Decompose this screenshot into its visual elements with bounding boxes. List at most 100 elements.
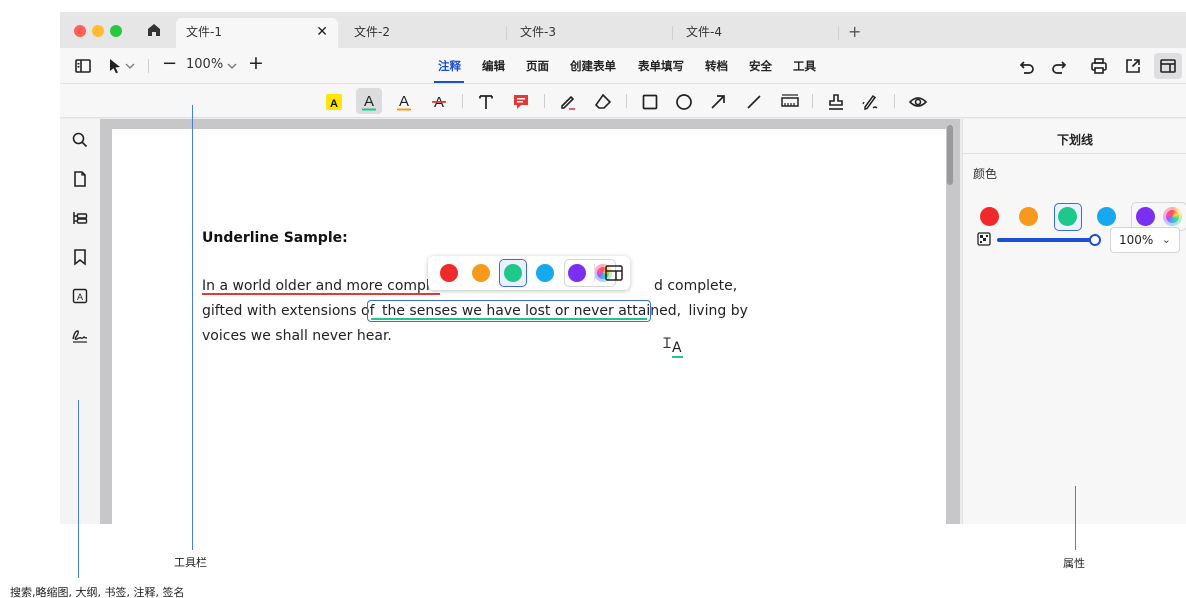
menu-convert[interactable]: 转档 (705, 58, 728, 74)
signature-icon[interactable] (71, 326, 89, 344)
close-icon[interactable]: ✕ (316, 18, 328, 46)
color-swatch[interactable] (440, 264, 458, 282)
tab-file-2[interactable]: 文件-2 (344, 18, 504, 48)
home-icon[interactable] (146, 22, 162, 38)
color-wheel-icon[interactable] (1163, 207, 1182, 226)
toolbar-divider (462, 94, 463, 108)
text-line-2-prefix: gifted with extensions of (202, 303, 379, 319)
toolbar-callout-line (192, 105, 193, 550)
zoom-in-button[interactable]: + (248, 52, 264, 74)
sidebar-toggle-icon[interactable] (74, 57, 92, 75)
color-swatch[interactable] (504, 264, 522, 282)
line-icon[interactable] (744, 92, 764, 112)
panel-layout-icon[interactable] (1159, 57, 1177, 75)
tab-label: 文件-1 (186, 25, 222, 39)
color-swatch[interactable] (1058, 207, 1077, 226)
text-line-3[interactable]: voices we shall never hear. (202, 328, 392, 344)
title-bar: 文件-1 ✕ 文件-2 文件-3 文件-4 + (60, 12, 1186, 48)
comment-icon[interactable] (511, 92, 531, 112)
menu-annotate[interactable]: 注释 (438, 58, 461, 74)
color-swatch[interactable] (568, 264, 586, 282)
left-sidebar: A (60, 119, 100, 524)
menu-page[interactable]: 页面 (526, 58, 549, 74)
color-label: 颜色 (973, 167, 998, 181)
text-box-icon[interactable] (476, 92, 496, 112)
tab-divider (672, 26, 673, 40)
add-tab-button[interactable]: + (848, 18, 861, 46)
pointer-icon[interactable] (106, 57, 124, 75)
menu-edit[interactable]: 编辑 (482, 58, 505, 74)
chevron-down-icon[interactable] (226, 57, 238, 75)
stamp-icon[interactable] (826, 92, 846, 112)
vertical-scrollbar[interactable] (947, 125, 953, 185)
menu-tools[interactable]: 工具 (793, 58, 816, 74)
opacity-slider-track[interactable] (997, 238, 1093, 242)
color-swatch[interactable] (472, 264, 490, 282)
document-heading: Underline Sample: (202, 230, 348, 246)
opacity-slider-handle[interactable] (1089, 234, 1101, 246)
arrow-icon[interactable] (708, 92, 728, 112)
redo-icon[interactable] (1050, 57, 1068, 75)
svg-text:A: A (364, 93, 374, 110)
red-underline-annotation[interactable] (202, 293, 440, 295)
search-icon[interactable] (71, 131, 89, 149)
menu-fill-form[interactable]: 表单填写 (638, 58, 684, 74)
maximize-window-button[interactable] (110, 25, 122, 37)
svg-text:A: A (77, 292, 83, 302)
tab-label: 文件-2 (354, 25, 390, 39)
sidebar-callout-label: 搜索,略缩图, 大纲, 书签, 注释, 签名 (10, 586, 185, 598)
measure-icon[interactable] (780, 92, 800, 112)
menu-security[interactable]: 安全 (749, 58, 772, 74)
annotation-icon[interactable]: A (71, 287, 89, 305)
color-swatch[interactable] (1097, 207, 1116, 226)
outline-icon[interactable] (71, 209, 89, 227)
zoom-out-button[interactable]: − (162, 53, 177, 74)
text-line-1-end[interactable]: d complete, (654, 278, 737, 294)
undo-icon[interactable] (1018, 57, 1036, 75)
ellipse-icon[interactable] (674, 92, 694, 112)
color-swatch[interactable] (980, 207, 999, 226)
annotation-toolbar: A A A A (60, 84, 1186, 118)
signature-tool-icon[interactable] (860, 92, 880, 112)
color-swatch[interactable] (1019, 207, 1038, 226)
toolbar-divider (894, 94, 895, 108)
squiggly-text-icon[interactable]: A (394, 92, 414, 112)
green-underline-annotation[interactable] (371, 318, 647, 320)
zoom-level[interactable]: 100% (186, 57, 223, 72)
underline-text-icon[interactable]: A (359, 92, 379, 112)
toolbar-divider (544, 94, 545, 108)
strikethrough-icon[interactable]: A (429, 92, 449, 112)
panel-divider (963, 153, 1186, 154)
color-swatch[interactable] (536, 264, 554, 282)
properties-icon[interactable] (604, 264, 624, 282)
opacity-select[interactable]: 100% ⌄ (1110, 227, 1180, 253)
eraser-icon[interactable] (593, 92, 613, 112)
highlight-icon[interactable]: A (324, 92, 344, 112)
tab-file-1[interactable]: 文件-1 ✕ (176, 18, 338, 48)
toolbar-divider (626, 94, 627, 108)
document-page[interactable] (112, 129, 946, 524)
close-window-button[interactable] (74, 25, 86, 37)
bookmark-icon[interactable] (71, 248, 89, 266)
pencil-icon[interactable] (558, 92, 578, 112)
tab-label: 文件-3 (520, 25, 556, 39)
chevron-down-icon[interactable] (124, 57, 136, 75)
toolbar-divider (148, 59, 149, 73)
rectangle-icon[interactable] (640, 92, 660, 112)
print-icon[interactable] (1090, 57, 1108, 75)
share-icon[interactable] (1124, 57, 1142, 75)
svg-text:A: A (399, 93, 409, 110)
thumbnail-icon[interactable] (71, 170, 89, 188)
tab-file-3[interactable]: 文件-3 (510, 18, 670, 48)
text-line-1-start[interactable]: In a world older and more complet (202, 278, 444, 294)
color-swatch[interactable] (1136, 207, 1155, 226)
eye-icon[interactable] (908, 92, 928, 112)
menu-create-form[interactable]: 创建表单 (570, 58, 616, 74)
color-picker-popup (428, 256, 630, 290)
minimize-window-button[interactable] (92, 25, 104, 37)
tab-file-4[interactable]: 文件-4 (676, 18, 836, 48)
properties-panel: 下划线 颜色 100% ⌄ (962, 119, 1186, 524)
text-line-2-suffix: living by (684, 303, 748, 319)
tab-divider (838, 26, 839, 40)
properties-callout-label: 属性 (1063, 557, 1085, 570)
